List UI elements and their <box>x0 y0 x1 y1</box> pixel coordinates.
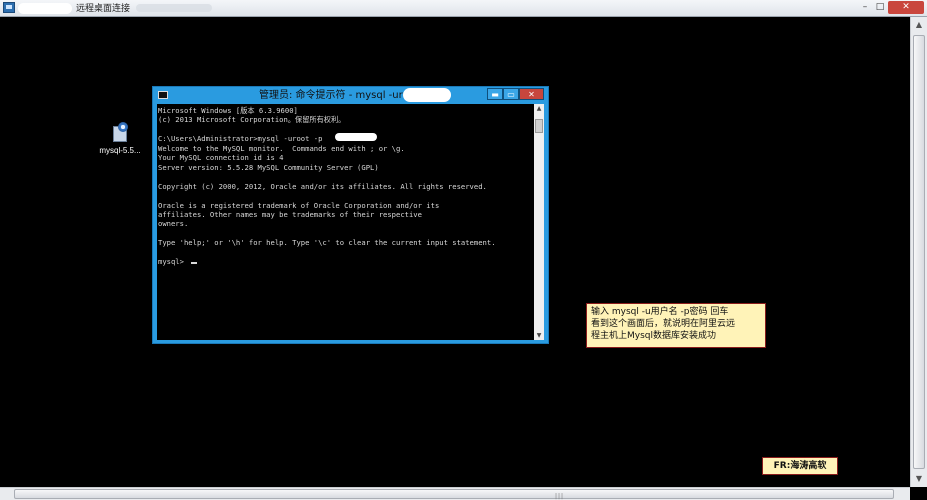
rdp-titlebar[interactable]: 远程桌面连接 – □ ✕ <box>0 0 927 17</box>
mysql-prompt: mysql> <box>158 257 189 267</box>
cmd-close-button[interactable]: ✕ <box>519 88 544 100</box>
cmd-titlebar[interactable]: 管理员: 命令提示符 - mysql -uroot -p ▬ ▭ ✕ <box>153 87 548 103</box>
rdp-vertical-scrollbar[interactable]: ▲ ▼ <box>910 17 927 487</box>
grip-icon: ||| <box>555 493 565 500</box>
rdp-hscroll-thumb[interactable]: ||| <box>14 489 894 500</box>
cmd-maximize-button[interactable]: ▭ <box>503 88 519 100</box>
cmd-scroll-thumb[interactable] <box>535 119 543 133</box>
scroll-up-icon[interactable]: ▲ <box>534 104 544 113</box>
redacted-address <box>136 4 212 12</box>
redacted-host <box>18 3 72 14</box>
rdp-vscroll-thumb[interactable] <box>913 35 925 469</box>
scroll-down-icon[interactable]: ▼ <box>911 471 927 487</box>
console-icon[interactable] <box>158 91 168 99</box>
rdp-maximize-button[interactable]: □ <box>873 1 887 14</box>
scroll-up-icon[interactable]: ▲ <box>911 17 927 33</box>
redacted-password <box>403 88 451 102</box>
credit-label: FR:海涛高软 <box>762 457 838 475</box>
cmd-window[interactable]: 管理员: 命令提示符 - mysql -uroot -p ▬ ▭ ✕ Micro… <box>152 86 549 344</box>
text-cursor <box>191 262 198 265</box>
console-output[interactable]: Microsoft Windows [版本 6.3.9600] (c) 2013… <box>157 104 534 340</box>
cmd-scrollbar[interactable]: ▲ ▼ <box>534 104 544 340</box>
redacted-password-input <box>335 133 377 141</box>
installer-icon <box>110 122 130 144</box>
rdp-close-button[interactable]: ✕ <box>888 1 924 14</box>
desktop-icon-label: mysql-5.5... <box>99 146 141 155</box>
remote-desktop-icon <box>3 2 15 13</box>
cmd-minimize-button[interactable]: ▬ <box>487 88 503 100</box>
scroll-down-icon[interactable]: ▼ <box>534 331 544 340</box>
rdp-horizontal-scrollbar[interactable]: ||| <box>0 487 910 500</box>
rdp-minimize-button[interactable]: – <box>858 1 872 14</box>
annotation-note: 输入 mysql -u用户名 -p密码 回车 看到这个画面后，就说明在阿里云远 … <box>586 303 766 348</box>
console-text: Microsoft Windows [版本 6.3.9600] (c) 2013… <box>158 106 496 267</box>
rdp-window-title: 远程桌面连接 <box>76 3 131 13</box>
desktop-icon-mysql-installer[interactable]: mysql-5.5... <box>98 122 142 155</box>
